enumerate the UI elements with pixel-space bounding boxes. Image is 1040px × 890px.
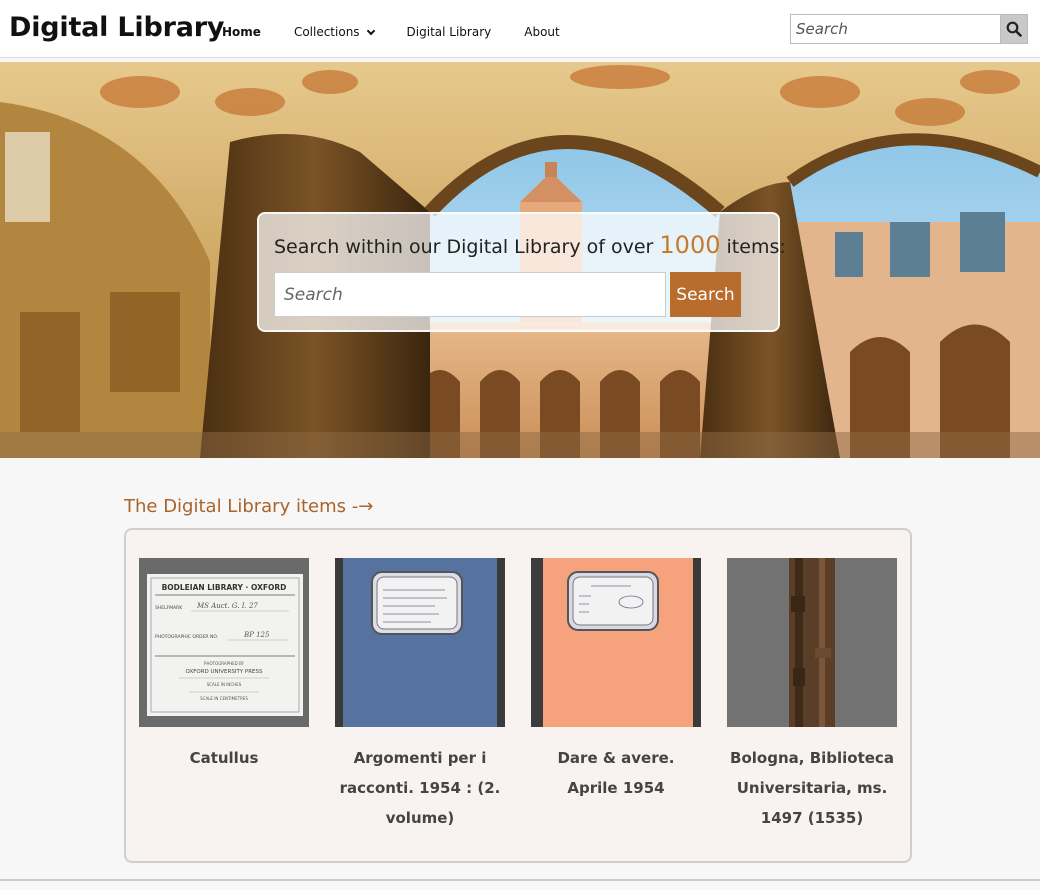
hero-text-before: Search within our Digital Library of ove…	[274, 236, 660, 258]
search-icon	[1006, 21, 1022, 37]
site-logo[interactable]: Digital Library	[9, 12, 224, 43]
nav-about[interactable]: About	[524, 25, 559, 39]
items-section-title[interactable]: The Digital Library items -→	[124, 496, 373, 517]
item-title[interactable]: Dare & avere. Aprile 1954	[531, 743, 701, 803]
hero-search-button[interactable]: Search	[670, 272, 741, 317]
label-line1: BODLEIAN LIBRARY · OXFORD	[162, 583, 287, 592]
label-scale-inches: SCALE IN INCHES	[207, 682, 242, 687]
hero-heading: Search within our Digital Library of ove…	[274, 231, 786, 259]
item-card[interactable]: Dare & avere. Aprile 1954	[531, 558, 701, 803]
bodleian-label-image: BODLEIAN LIBRARY · OXFORD SHELFMARK MS A…	[139, 558, 309, 727]
item-card[interactable]: Argomenti per i racconti. 1954 : (2. vol…	[335, 558, 505, 833]
hero-search-input[interactable]	[274, 272, 666, 317]
nav-collections-label: Collections	[293, 25, 360, 39]
item-card[interactable]: BODLEIAN LIBRARY · OXFORD SHELFMARK MS A…	[139, 558, 309, 773]
main-nav: Home Collections Digital Library About	[222, 25, 593, 39]
nav-digital-library-label: Digital Library	[406, 25, 492, 39]
blue-notebook-image	[335, 558, 505, 727]
label-shelfmark-value: MS Auct. G. I. 27	[196, 602, 258, 610]
label-shelfmark: SHELFMARK	[155, 605, 183, 611]
item-thumbnail[interactable]	[335, 558, 505, 727]
hero-search-panel: Search within our Digital Library of ove…	[257, 212, 786, 332]
book-spine-image	[727, 558, 897, 727]
label-order-value: BP 125	[243, 631, 270, 639]
item-thumbnail[interactable]: BODLEIAN LIBRARY · OXFORD SHELFMARK MS A…	[139, 558, 309, 727]
site-header: Digital Library Home Collections Digital…	[0, 0, 1040, 58]
nav-home-label: Home	[222, 25, 261, 39]
footer-divider	[0, 879, 1040, 881]
header-search-input[interactable]	[790, 14, 1001, 44]
label-photographed: PHOTOGRAPHED BY	[204, 661, 244, 666]
orange-notebook-image	[531, 558, 701, 727]
item-title[interactable]: Catullus	[139, 743, 309, 773]
items-panel: BODLEIAN LIBRARY · OXFORD SHELFMARK MS A…	[124, 528, 912, 863]
header-search	[790, 14, 1028, 44]
header-search-button[interactable]	[1000, 14, 1028, 44]
nav-collections[interactable]: Collections	[293, 25, 375, 39]
label-press: OXFORD UNIVERSITY PRESS	[185, 669, 263, 675]
item-title[interactable]: Bologna, Biblioteca Universitaria, ms. 1…	[727, 743, 897, 833]
label-scale-cm: SCALE IN CENTIMETRES	[200, 696, 248, 701]
item-count: 1000	[659, 231, 721, 259]
chevron-down-icon	[366, 26, 375, 35]
nav-home[interactable]: Home	[222, 25, 261, 39]
item-thumbnail[interactable]	[531, 558, 701, 727]
hero-text-after: items:	[720, 236, 786, 258]
item-title[interactable]: Argomenti per i racconti. 1954 : (2. vol…	[335, 743, 505, 833]
label-order: PHOTOGRAPHIC ORDER NO.	[155, 634, 218, 640]
item-thumbnail[interactable]	[727, 558, 897, 727]
nav-digital-library[interactable]: Digital Library	[407, 25, 492, 39]
hero-banner: Search within our Digital Library of ove…	[0, 62, 1040, 458]
nav-about-label: About	[524, 25, 560, 39]
item-card[interactable]: Bologna, Biblioteca Universitaria, ms. 1…	[727, 558, 897, 833]
